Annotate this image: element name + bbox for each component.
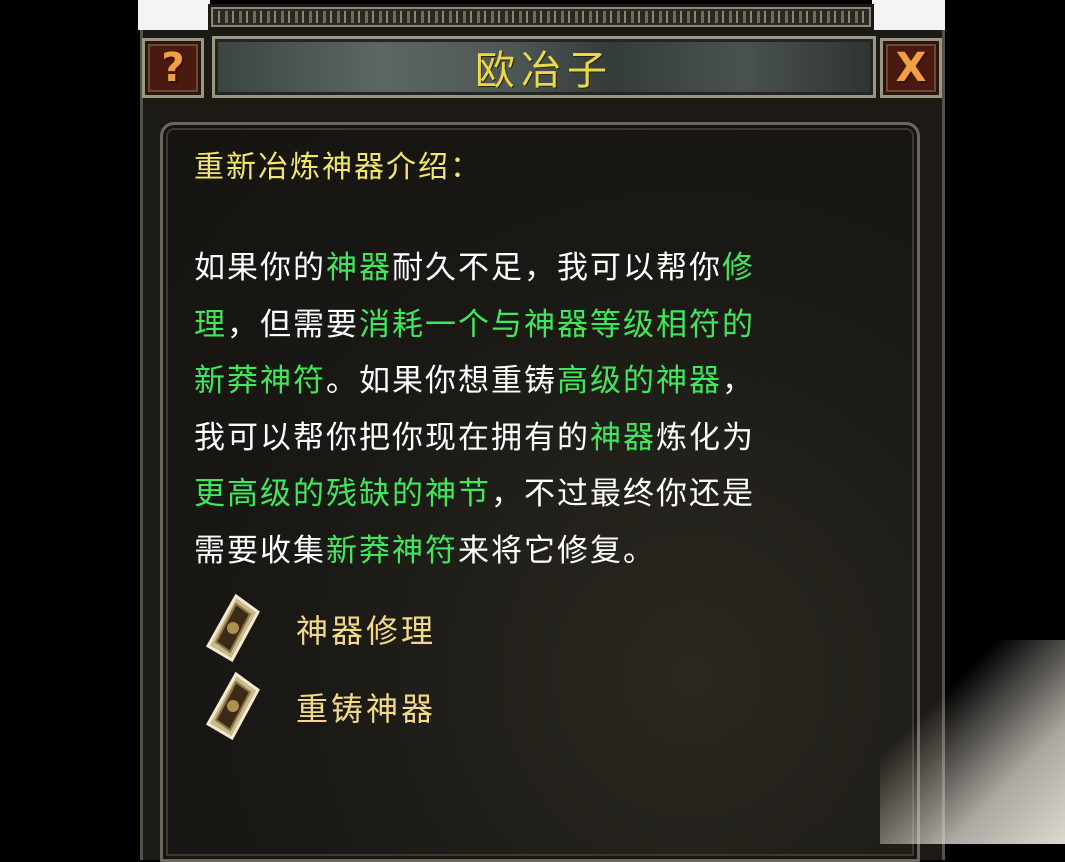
question-icon: ? bbox=[161, 45, 185, 91]
highlight-text: 新莽神符 bbox=[194, 363, 326, 399]
paragraph-line: 需要收集新莽神符来将它修复。 bbox=[194, 523, 874, 580]
paragraph-line: 如果你的神器耐久不足，我可以帮你修 bbox=[194, 240, 874, 297]
highlight-text: 新莽神符 bbox=[326, 532, 458, 569]
close-icon: X bbox=[895, 45, 927, 91]
body-text: 我可以帮你把你现在拥有的 bbox=[194, 419, 590, 456]
highlight-text: 理 bbox=[194, 306, 227, 343]
highlight-text: 神器 bbox=[590, 419, 656, 456]
gem-icon bbox=[205, 672, 260, 741]
help-button[interactable]: ? bbox=[142, 38, 204, 98]
paragraph-line: 更高级的残缺的神节，不过最终你还是 bbox=[194, 466, 874, 523]
gem-icon bbox=[205, 594, 260, 663]
highlight-text: 更高级的残缺的神节 bbox=[194, 476, 491, 512]
title-bar[interactable]: 欧冶子 bbox=[212, 36, 876, 98]
option-repair-artifact[interactable]: 神器修理 bbox=[202, 594, 502, 664]
paragraph-line: 我可以帮你把你现在拥有的神器炼化为 bbox=[194, 410, 874, 467]
body-text: 耐久不足，我可以帮你 bbox=[392, 250, 722, 286]
highlight-text: 高级的神器 bbox=[557, 363, 722, 399]
body-text: 如果你的 bbox=[194, 250, 326, 286]
body-text: 。如果你想重铸 bbox=[326, 363, 557, 399]
paragraph-line: 新莽神符。如果你想重铸高级的神器， bbox=[194, 353, 874, 410]
body-text: ， bbox=[722, 363, 755, 399]
highlight-text: 修 bbox=[722, 250, 755, 286]
body-text: ，但需要 bbox=[227, 306, 359, 343]
dialog-heading: 重新冶炼神器介绍： bbox=[194, 150, 482, 185]
top-gap-left bbox=[138, 0, 210, 30]
body-text: 需要收集 bbox=[194, 532, 326, 569]
option-label: 神器修理 bbox=[296, 612, 437, 650]
body-text: ，不过最终你还是 bbox=[491, 476, 755, 512]
option-recast-artifact[interactable]: 重铸神器 bbox=[202, 672, 502, 742]
body-text: 来将它修复。 bbox=[458, 532, 656, 569]
dialog-title: 欧冶子 bbox=[475, 48, 613, 94]
highlight-text: 神器 bbox=[326, 250, 392, 286]
body-text: 炼化为 bbox=[656, 419, 755, 456]
paragraph-line: 理，但需要消耗一个与神器等级相符的 bbox=[194, 297, 874, 354]
option-label: 重铸神器 bbox=[296, 690, 437, 728]
highlight-text: 消耗一个与神器等级相符的 bbox=[359, 306, 755, 343]
dialog-paragraph: 如果你的神器耐久不足，我可以帮你修 理，但需要消耗一个与神器等级相符的 新莽神符。如… bbox=[194, 240, 874, 579]
close-button[interactable]: X bbox=[880, 38, 942, 98]
ornament-border bbox=[208, 4, 874, 30]
top-gap-right bbox=[872, 0, 945, 30]
